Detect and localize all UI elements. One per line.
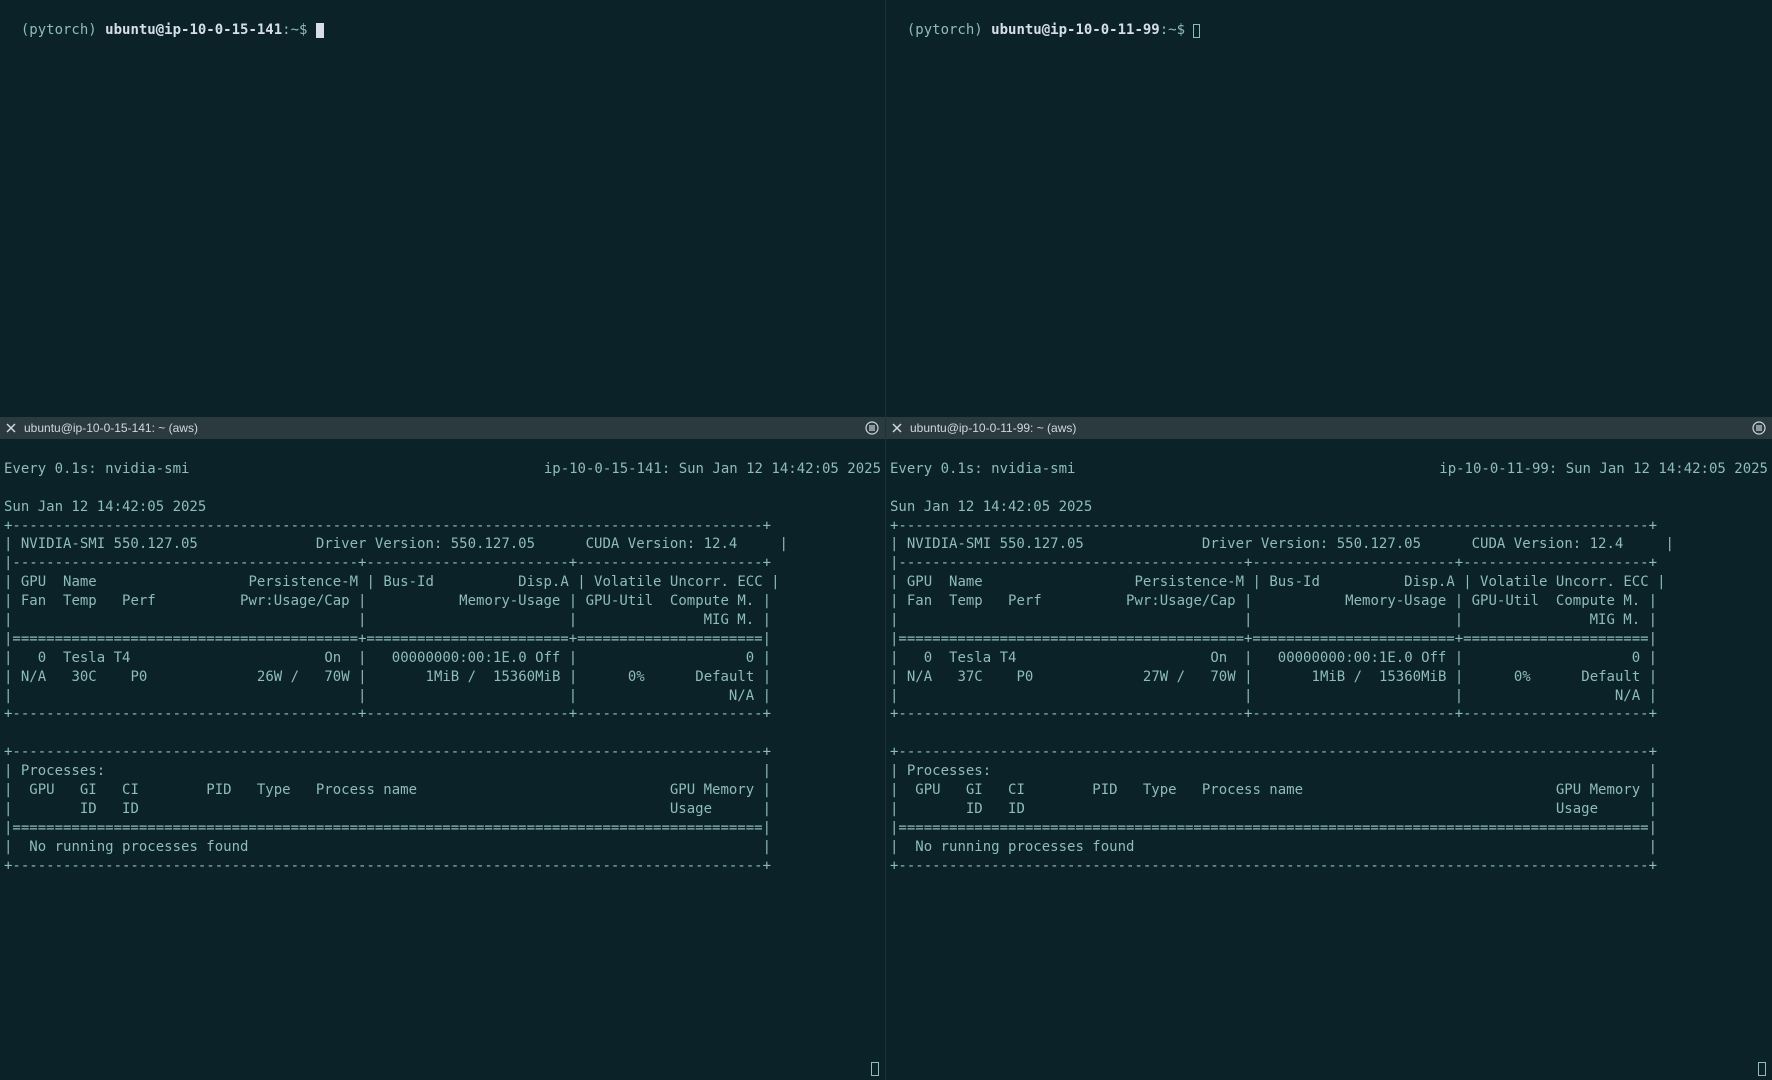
smi-hdr: Fan Temp Perf Pwr:Usage/Cap xyxy=(12,593,358,609)
proc-cols: ID ID Usage xyxy=(12,801,762,817)
proc-cols: GPU GI CI PID Type Process name GPU Memo… xyxy=(12,782,762,798)
close-icon[interactable] xyxy=(892,423,902,433)
watch-header: Every 0.1s: nvidia-smi ip-10-0-15-141: Su… xyxy=(4,460,881,479)
smi-hdr: GPU Name Persistence-M xyxy=(898,574,1252,590)
tab-title: ubuntu@ip-10-0-15-141: ~ (aws) xyxy=(24,421,198,435)
gpu-mem-used: 1MiB xyxy=(426,669,460,685)
proc-cols: GPU GI CI PID Type Process name GPU Memo… xyxy=(898,782,1648,798)
hamburger-menu-icon[interactable] xyxy=(865,421,879,435)
prompt-tail: :~$ xyxy=(1160,22,1194,38)
prompt-userhost: ubuntu@ip-10-0-11-99 xyxy=(991,22,1160,38)
gpu-mig: N/A xyxy=(729,688,754,704)
gpu-util: 0% xyxy=(1514,669,1531,685)
smi-hdr: Memory-Usage xyxy=(1252,593,1454,609)
gpu-pwr-cap: 70W xyxy=(1210,669,1235,685)
gpu-persistence: On xyxy=(324,650,341,666)
smi-version: NVIDIA-SMI 550.127.05 xyxy=(21,536,198,552)
watch-host-time: ip-10-0-11-99: Sun Jan 12 14:42:05 2025 xyxy=(1439,460,1768,479)
watch-interval: Every 0.1s: nvidia-smi xyxy=(890,460,1075,479)
gpu-mem-total: 15360MiB xyxy=(493,669,560,685)
tab-title: ubuntu@ip-10-0-11-99: ~ (aws) xyxy=(910,421,1076,435)
gpu-persistence: On xyxy=(1210,650,1227,666)
no-proc: No running processes found xyxy=(12,839,248,855)
gpu-dispa: Off xyxy=(535,650,560,666)
watch-interval: Every 0.1s: nvidia-smi xyxy=(4,460,189,479)
proc-header: Processes: xyxy=(907,763,991,779)
smi-hdr: Fan Temp Perf Pwr:Usage/Cap xyxy=(898,593,1244,609)
prompt-userhost: ubuntu@ip-10-0-15-141 xyxy=(105,22,282,38)
gpu-mig: N/A xyxy=(1615,688,1640,704)
prompt-env: (pytorch) xyxy=(907,22,991,38)
smi-hdr: GPU Name Persistence-M xyxy=(12,574,366,590)
terminal-pane-top-left[interactable]: (pytorch) ubuntu@ip-10-0-15-141:~$ xyxy=(0,0,886,417)
gpu-fan: N/A xyxy=(907,669,932,685)
hamburger-menu-icon[interactable] xyxy=(1752,421,1766,435)
smi-hdr: Volatile Uncorr. ECC xyxy=(1472,574,1657,590)
prompt-env: (pytorch) xyxy=(21,22,105,38)
smi-hdr: MIG M. xyxy=(1463,612,1648,628)
smi-hdr: MIG M. xyxy=(577,612,762,628)
gpu-perf: P0 xyxy=(130,669,147,685)
smi-hdr: Volatile Uncorr. ECC xyxy=(586,574,771,590)
tab-titlebar-right[interactable]: ubuntu@ip-10-0-11-99: ~ (aws) xyxy=(886,417,1772,439)
watch-header: Every 0.1s: nvidia-smi ip-10-0-11-99: Sun… xyxy=(890,460,1768,479)
gpu-pwr-usage: 27W xyxy=(1143,669,1168,685)
smi-cuda: CUDA Version: 12.4 xyxy=(586,536,738,552)
gpu-fan: N/A xyxy=(21,669,46,685)
smi-hdr: Memory-Usage xyxy=(366,593,568,609)
tab-titlebar-left[interactable]: ubuntu@ip-10-0-15-141: ~ (aws) xyxy=(0,417,886,439)
watch-host-time: ip-10-0-15-141: Sun Jan 12 14:42:05 2025 xyxy=(544,460,881,479)
smi-date: Sun Jan 12 14:42:05 2025 xyxy=(890,499,1092,515)
nvidia-smi-output: Sun Jan 12 14:42:05 2025 +--------------… xyxy=(890,498,1768,876)
smi-driver: Driver Version: 550.127.05 xyxy=(316,536,535,552)
smi-hdr: Bus-Id Disp.A xyxy=(1261,574,1463,590)
cursor-block xyxy=(316,23,324,38)
gpu-ecc: 0 xyxy=(746,650,754,666)
nvidia-smi-output: Sun Jan 12 14:42:05 2025 +--------------… xyxy=(4,498,881,876)
gpu-busid: 00000000:00:1E.0 xyxy=(1278,650,1413,666)
scroll-indicator-icon xyxy=(1758,1062,1766,1076)
gpu-compute: Default xyxy=(695,669,754,685)
gpu-idx: 0 xyxy=(924,650,932,666)
gpu-dispa: Off xyxy=(1421,650,1446,666)
gpu-ecc: 0 xyxy=(1632,650,1640,666)
proc-cols: ID ID Usage xyxy=(898,801,1648,817)
smi-hdr: GPU-Util Compute M. xyxy=(1463,593,1648,609)
gpu-pwr-usage: 26W xyxy=(257,669,282,685)
scroll-indicator-icon xyxy=(871,1062,879,1076)
smi-driver: Driver Version: 550.127.05 xyxy=(1202,536,1421,552)
gpu-temp: 37C xyxy=(957,669,982,685)
gpu-name: Tesla T4 xyxy=(949,650,1016,666)
gpu-compute: Default xyxy=(1581,669,1640,685)
proc-header: Processes: xyxy=(21,763,105,779)
smi-cuda: CUDA Version: 12.4 xyxy=(1472,536,1624,552)
terminal-pane-bottom-right[interactable]: Every 0.1s: nvidia-smi ip-10-0-11-99: Sun… xyxy=(886,439,1772,1080)
gpu-temp: 30C xyxy=(71,669,96,685)
smi-hdr: GPU-Util Compute M. xyxy=(577,593,762,609)
smi-date: Sun Jan 12 14:42:05 2025 xyxy=(4,499,206,515)
gpu-pwr-cap: 70W xyxy=(324,669,349,685)
prompt-tail: :~$ xyxy=(282,22,316,38)
gpu-idx: 0 xyxy=(38,650,46,666)
gpu-busid: 00000000:00:1E.0 xyxy=(392,650,527,666)
gpu-mem-used: 1MiB xyxy=(1312,669,1346,685)
gpu-perf: P0 xyxy=(1016,669,1033,685)
cursor-hollow xyxy=(1193,24,1200,38)
terminal-pane-bottom-left[interactable]: Every 0.1s: nvidia-smi ip-10-0-15-141: Su… xyxy=(0,439,886,1080)
no-proc: No running processes found xyxy=(898,839,1134,855)
smi-hdr: Bus-Id Disp.A xyxy=(375,574,577,590)
smi-version: NVIDIA-SMI 550.127.05 xyxy=(907,536,1084,552)
terminal-pane-top-right[interactable]: (pytorch) ubuntu@ip-10-0-11-99:~$ xyxy=(886,0,1772,417)
gpu-name: Tesla T4 xyxy=(63,650,130,666)
gpu-mem-total: 15360MiB xyxy=(1379,669,1446,685)
gpu-util: 0% xyxy=(628,669,645,685)
close-icon[interactable] xyxy=(6,423,16,433)
